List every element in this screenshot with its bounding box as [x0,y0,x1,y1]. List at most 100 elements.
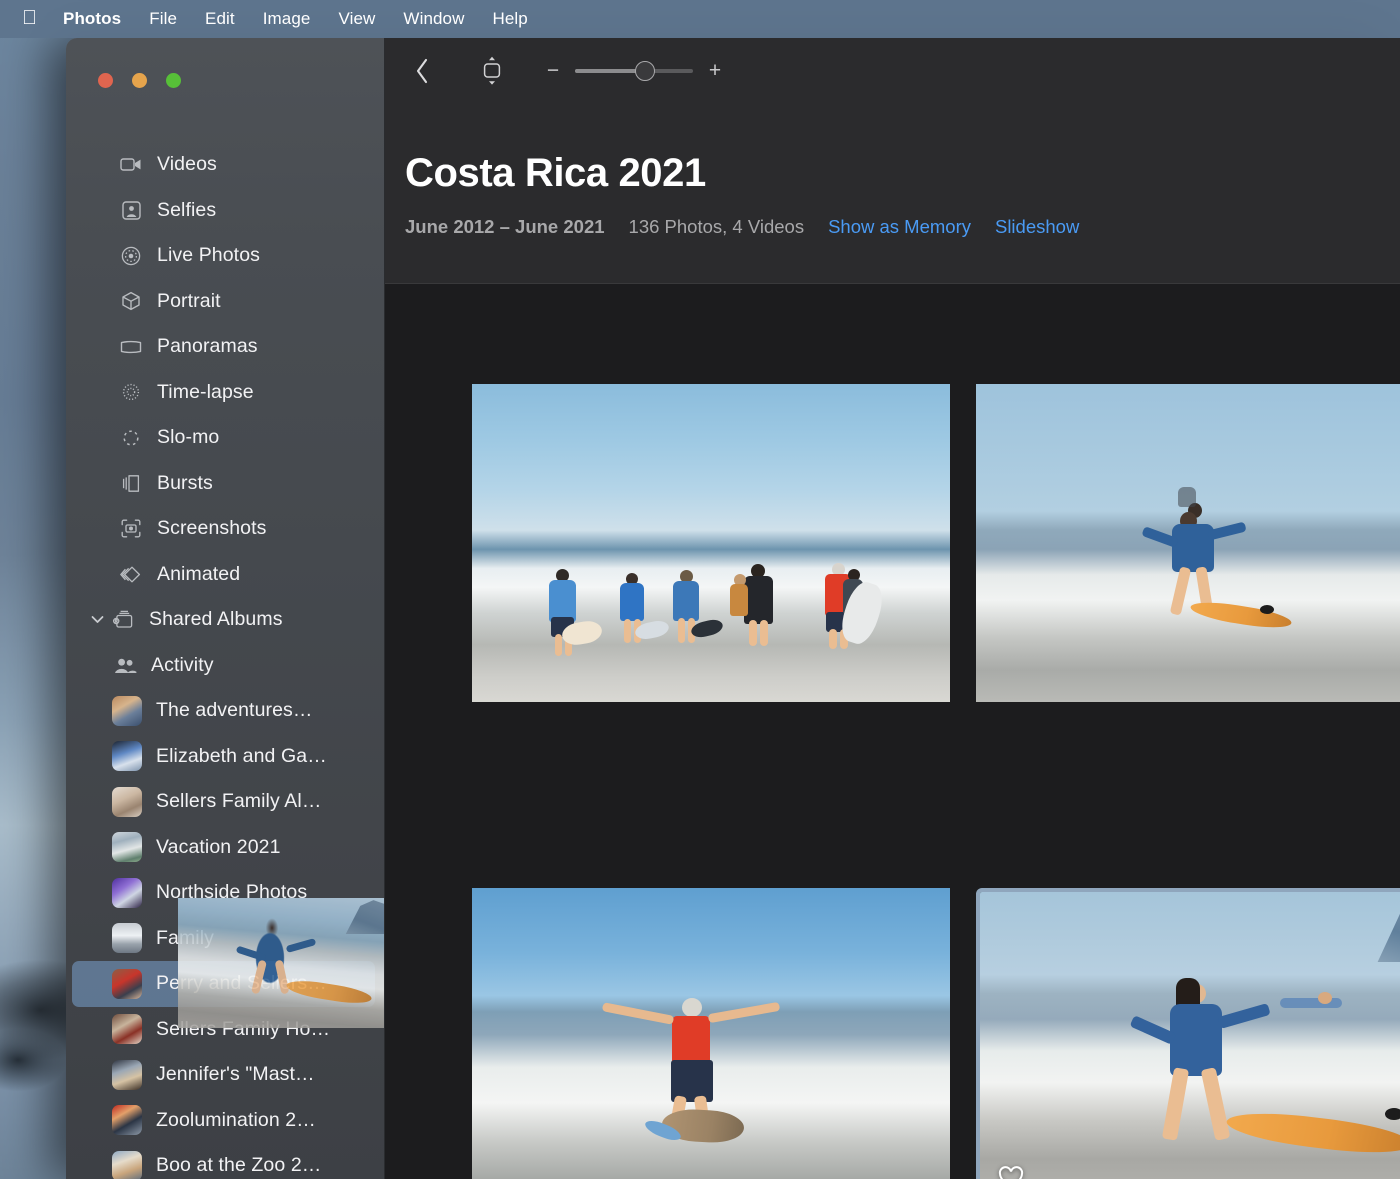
sidebar-item-slo-mo[interactable]: Slo-mo [66,415,384,461]
maximize-button[interactable] [166,73,181,88]
sidebar-label: Videos [157,153,217,176]
dragged-photo-ghost[interactable] [178,898,384,1028]
selfie-icon [118,199,144,221]
menu-item-help[interactable]: Help [493,9,528,29]
chevron-down-icon[interactable] [88,615,106,624]
album-thumbnail [112,832,142,863]
panorama-icon [118,336,144,358]
sidebar-label: Portrait [157,289,221,312]
sidebar-label: Panoramas [157,335,258,358]
show-as-memory-link[interactable]: Show as Memory [828,216,971,238]
sidebar: Videos Selfies Live Photos Portrait Pano… [66,38,385,1179]
ghost-headland [345,900,384,934]
aspect-ratio-button[interactable] [473,52,511,90]
zoom-in-button[interactable]: + [705,59,725,83]
sidebar-label: Selfies [157,198,217,221]
sidebar-item-live-photos[interactable]: Live Photos [66,233,384,279]
sidebar-item-album-jennifers-masterpiece[interactable]: Jennifer's "Mast… [66,1052,384,1098]
sidebar-item-album-zoolumination[interactable]: Zoolumination 2… [66,1098,384,1144]
sidebar-item-album-1[interactable]: Elizabeth and Ga… [66,734,384,780]
sidebar-label: Boo at the Zoo 2… [156,1154,322,1177]
sidebar-item-animated[interactable]: Animated [66,552,384,598]
menu-bar:  Photos File Edit Image View Window Hel… [0,0,1400,38]
close-button[interactable] [98,73,113,88]
album-thumbnail [112,968,142,999]
sidebar-item-bursts[interactable]: Bursts [66,461,384,507]
album-thumbnail [112,1059,142,1090]
video-icon [118,154,144,176]
photos-window: Videos Selfies Live Photos Portrait Pano… [66,38,1400,1179]
zoom-slider-filled [575,69,643,73]
sidebar-item-album-0[interactable]: The adventures… [66,688,384,734]
zoom-slider-track[interactable] [575,61,693,81]
ghost-arm-left [235,945,267,962]
sidebar-item-album-2[interactable]: Sellers Family Al… [66,779,384,825]
date-range: June 2012 – June 2021 [405,216,605,237]
live-photo-icon [118,245,144,267]
photo-grid [385,285,1400,1179]
sidebar-label: Slo-mo [157,426,220,449]
menu-item-window[interactable]: Window [403,9,464,29]
slomo-icon [118,427,144,449]
sidebar-group-shared-albums[interactable]: Shared Albums [66,597,384,643]
sidebar-item-videos[interactable]: Videos [66,142,384,188]
page-title: Costa Rica 2021 [405,151,706,195]
ghost-leg-right [274,959,290,995]
sidebar-label: The adventures… [156,699,313,722]
sidebar-label: Activity [151,653,214,676]
album-thumbnail [112,695,142,726]
back-button[interactable] [405,54,439,88]
album-thumbnail [112,741,142,772]
zoom-slider-thumb[interactable] [635,61,655,81]
apple-menu-icon[interactable]:  [22,8,37,28]
slideshow-link[interactable]: Slideshow [995,216,1079,238]
photo-image [472,888,950,1179]
toolbar: − + [385,38,1400,104]
menu-item-photos[interactable]: Photos [63,9,121,29]
sidebar-item-time-lapse[interactable]: Time-lapse [66,370,384,416]
photo-cell-person-red-tank-surfing[interactable] [472,888,950,1179]
bursts-icon [118,472,144,494]
menu-item-view[interactable]: View [338,9,375,29]
sidebar-item-album-3[interactable]: Vacation 2021 [66,825,384,871]
sidebar-item-selfies[interactable]: Selfies [66,188,384,234]
sidebar-label: Time-lapse [157,380,254,403]
menu-item-image[interactable]: Image [263,9,311,29]
favorite-heart-icon[interactable] [998,1166,1024,1179]
animated-icon [118,563,144,585]
ghost-leg-left [251,959,267,995]
menu-item-edit[interactable]: Edit [205,9,235,29]
photo-cell-surfers-walking-into-water[interactable] [472,384,950,702]
main-content: − + Costa Rica 2021 June 2012 – June 202… [385,38,1400,1179]
photo-image [980,892,1400,1179]
sidebar-label: Elizabeth and Ga… [156,744,327,767]
portrait-cube-icon [118,290,144,312]
shared-album-icon [110,609,136,631]
zoom-slider-group[interactable]: − + [543,59,725,83]
sidebar-item-screenshots[interactable]: Screenshots [66,506,384,552]
photo-image [472,384,950,702]
sidebar-item-portrait[interactable]: Portrait [66,279,384,325]
timelapse-icon [118,381,144,403]
album-thumbnail [112,786,142,817]
album-thumbnail [112,877,142,908]
photo-cell-woman-surfing-headland[interactable] [976,888,1400,1179]
sidebar-item-panoramas[interactable]: Panoramas [66,324,384,370]
photo-cell-woman-surfing-blue-rashguard[interactable] [976,384,1400,702]
people-icon [112,654,138,676]
screenshot-icon [118,518,144,540]
sidebar-group-label: Shared Albums [149,608,283,631]
menu-item-file[interactable]: File [149,9,177,29]
photo-image [976,384,1400,702]
album-thumbnail [112,1150,142,1179]
sidebar-label: Sellers Family Al… [156,790,322,813]
sidebar-item-album-boo-at-the-zoo[interactable]: Boo at the Zoo 2… [66,1143,384,1179]
album-header: Costa Rica 2021 June 2012 – June 2021 13… [385,104,1400,284]
minimize-button[interactable] [132,73,147,88]
sidebar-label: Zoolumination 2… [156,1108,316,1131]
sidebar-label: Vacation 2021 [156,835,281,858]
zoom-out-button[interactable]: − [543,59,563,83]
sidebar-item-activity[interactable]: Activity [66,643,384,689]
sidebar-label: Screenshots [157,517,267,540]
sidebar-label: Animated [157,562,241,585]
